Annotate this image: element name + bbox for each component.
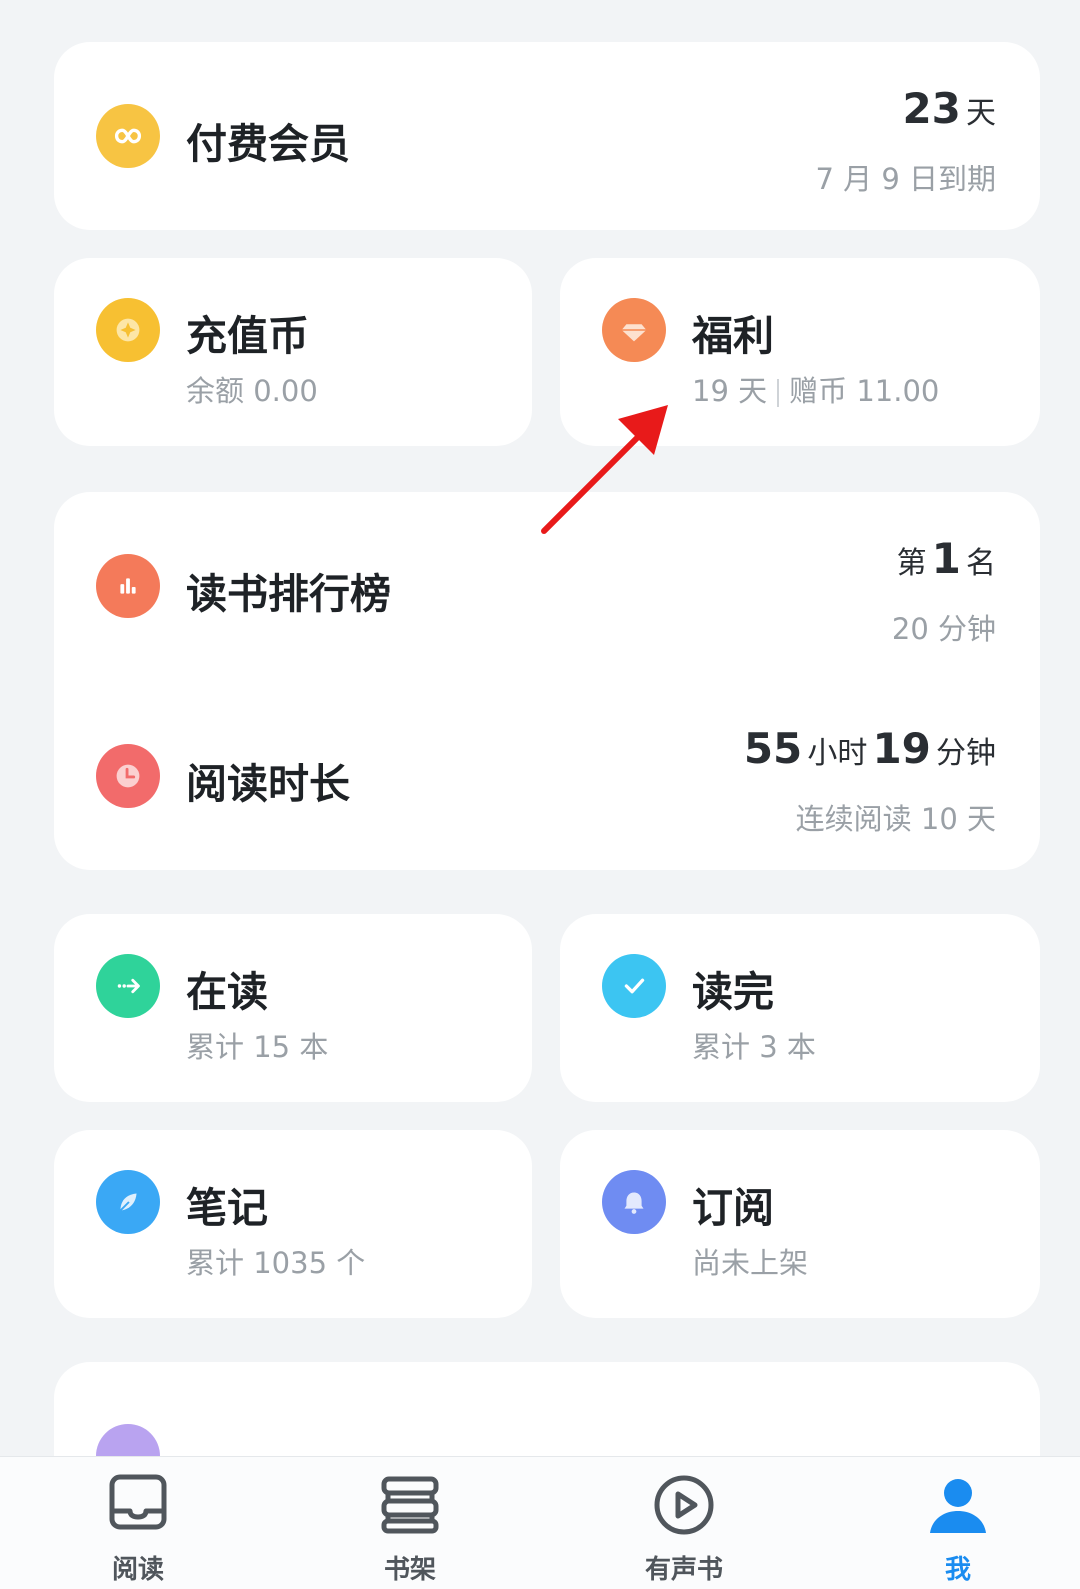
tab-read[interactable]: 阅读	[78, 1457, 198, 1589]
stats-card: 读书排行榜 第 1 名 20 分钟 阅读时长 55 小时 19 分钟 连续阅读 …	[54, 492, 1040, 870]
bottom-tab-bar: 阅读 书架 有声书 我	[0, 1456, 1080, 1589]
tab-read-label: 阅读	[111, 1555, 164, 1585]
coins-title: 充值币	[186, 312, 309, 360]
welfare-coins: 赠币 11.00	[789, 374, 940, 408]
membership-days-value: 23	[902, 84, 961, 133]
feather-icon	[96, 1170, 160, 1234]
check-icon	[602, 954, 666, 1018]
finished-title: 读完	[692, 968, 774, 1016]
rank-suffix: 名	[966, 546, 996, 581]
coins-card[interactable]: 充值币 余额 0.00	[54, 258, 532, 446]
play-icon	[654, 1475, 714, 1535]
reading-hours-value: 55	[743, 724, 803, 773]
membership-card[interactable]: 付费会员 23 天 7 月 9 日到期	[54, 42, 1040, 230]
tab-bookshelf-label: 书架	[383, 1555, 436, 1585]
diamond-icon	[602, 298, 666, 362]
subscribe-status: 尚未上架	[692, 1246, 809, 1280]
clock-icon	[96, 744, 160, 808]
reading-title: 在读	[186, 968, 268, 1016]
subscribe-title: 订阅	[692, 1184, 774, 1232]
arrow-right-icon	[96, 954, 160, 1018]
notes-count: 累计 1035 个	[186, 1246, 366, 1280]
annotation-arrow-icon	[541, 405, 668, 534]
tab-audiobook[interactable]: 有声书	[624, 1457, 744, 1589]
subscribe-card[interactable]: 订阅 尚未上架	[560, 1130, 1040, 1318]
ranking-title: 读书排行榜	[186, 570, 391, 618]
reading-card[interactable]: 在读 累计 15 本	[54, 914, 532, 1102]
reading-count: 累计 15 本	[186, 1030, 329, 1064]
coins-balance: 余额 0.00	[186, 374, 318, 408]
notes-title: 笔记	[186, 1184, 268, 1232]
bell-icon	[602, 1170, 666, 1234]
welfare-subtitle: 19 天赠币 11.00	[692, 368, 939, 410]
reading-time-row[interactable]: 阅读时长 55 小时 19 分钟 连续阅读 10 天	[54, 682, 1040, 870]
person-icon	[930, 1479, 986, 1533]
tab-audiobook-label: 有声书	[644, 1555, 723, 1585]
welfare-title: 福利	[692, 312, 774, 360]
reading-hours-unit: 小时	[807, 736, 868, 771]
welfare-days: 19 天	[692, 374, 768, 408]
reading-minutes-unit: 分钟	[936, 736, 996, 771]
reading-time-title: 阅读时长	[186, 760, 350, 808]
membership-days-unit: 天	[966, 96, 996, 131]
tab-bookshelf[interactable]: 书架	[350, 1457, 470, 1589]
tab-me-label: 我	[944, 1555, 971, 1585]
rank-value: 1	[931, 534, 961, 583]
bar-chart-icon	[96, 554, 160, 618]
reading-minutes-value: 19	[872, 724, 931, 773]
bookshelf-icon	[381, 1476, 439, 1534]
divider	[777, 379, 780, 407]
reading-streak: 连续阅读 10 天	[795, 802, 996, 836]
infinity-icon	[96, 104, 160, 168]
finished-card[interactable]: 读完 累计 3 本	[560, 914, 1040, 1102]
rank-prefix: 第	[896, 546, 927, 581]
book-icon	[109, 1474, 167, 1530]
membership-expiry: 7 月 9 日到期	[815, 162, 996, 196]
tab-me[interactable]: 我	[898, 1457, 1018, 1589]
ranking-minutes: 20 分钟	[891, 612, 996, 646]
coin-icon	[96, 298, 160, 362]
notes-card[interactable]: 笔记 累计 1035 个	[54, 1130, 532, 1318]
membership-title: 付费会员	[186, 120, 350, 168]
finished-count: 累计 3 本	[692, 1030, 816, 1064]
